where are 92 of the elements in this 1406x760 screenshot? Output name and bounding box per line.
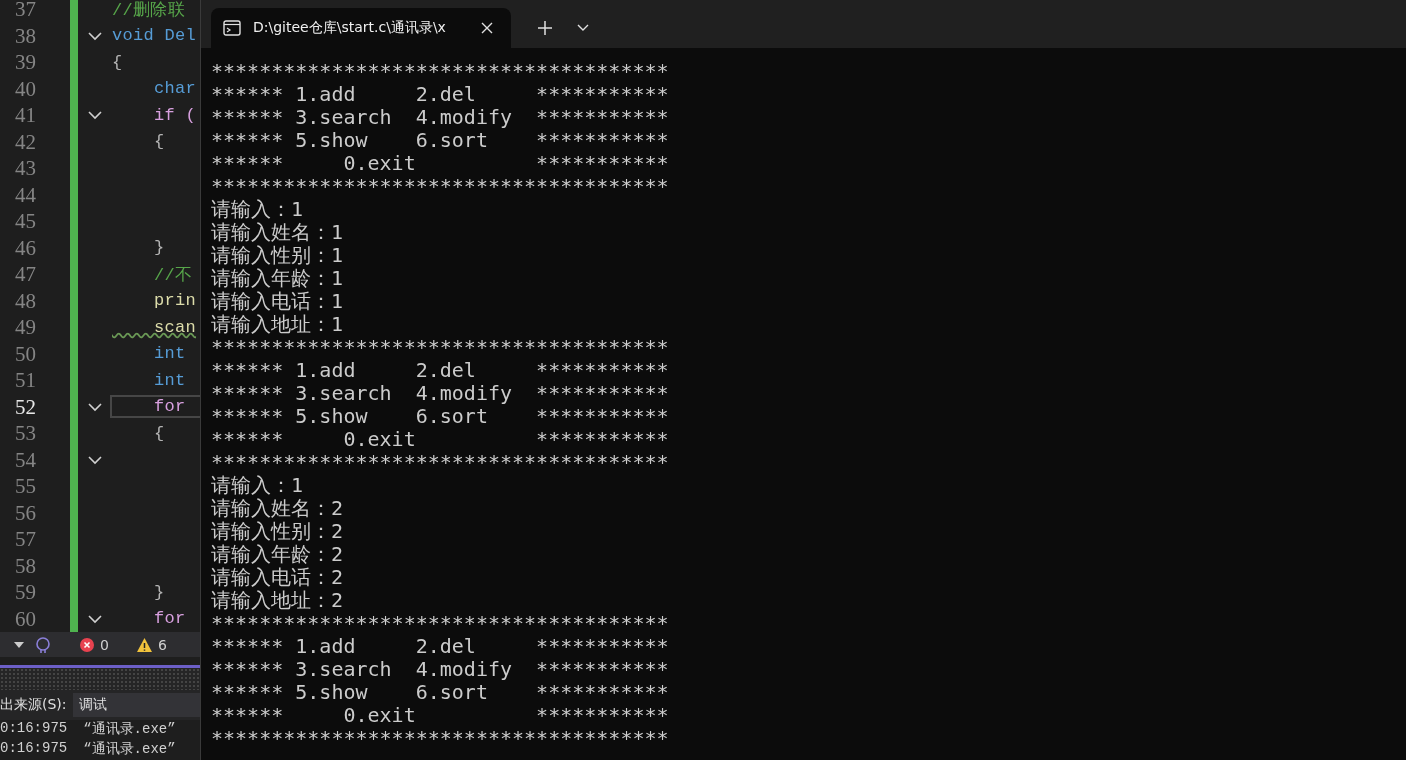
console-line: **************************************: [211, 175, 670, 198]
plus-icon: [538, 21, 552, 35]
line-number: 39: [14, 49, 36, 76]
chevron-icon[interactable]: [87, 613, 103, 624]
error-count: 0: [100, 636, 109, 653]
tab-title: D:\gitee仓库\start.c\通讯录\x: [253, 19, 447, 37]
close-icon: [481, 22, 493, 34]
console-line: 请输入姓名：2: [211, 497, 345, 520]
console-line: 请输入电话：1: [211, 290, 345, 313]
line-number: 51: [14, 367, 36, 394]
caret-icon[interactable]: [14, 641, 24, 648]
line-number: 46: [14, 234, 36, 261]
console-line: ****** 0.exit ***********: [211, 152, 670, 175]
line-number: 57: [14, 526, 36, 553]
code-text: prin: [153, 291, 196, 311]
line-number: 47: [14, 261, 36, 288]
code-text: for: [112, 397, 200, 417]
line-number: 45: [14, 208, 36, 235]
line-number: 41: [14, 102, 36, 129]
code-text: //删除联: [112, 0, 185, 21]
console-line: ****** 3.search 4.modify ***********: [211, 382, 670, 405]
source-label: 出来源(S):: [0, 696, 67, 714]
code-text: }: [153, 238, 165, 258]
line-number: 42: [14, 128, 36, 155]
error-icon: [80, 637, 94, 652]
line-number: 43: [14, 155, 36, 182]
log-message: “通讯录.exe”: [83, 740, 176, 759]
line-number: 37: [14, 0, 36, 23]
code-text: {: [153, 423, 165, 443]
code-text: {: [153, 132, 165, 152]
code-text: int: [153, 370, 186, 390]
line-number: 52: [14, 393, 36, 420]
console-line: ****** 0.exit ***********: [211, 428, 670, 451]
warning-count: 6: [157, 636, 167, 653]
code-text: if (: [153, 105, 196, 125]
console-line: ****** 5.show 6.sort ***********: [211, 681, 670, 704]
line-number: 56: [14, 499, 36, 526]
log-time: 0:16:975: [0, 720, 68, 738]
console-line: 请输入电话：2: [211, 566, 345, 589]
console-line: 请输入姓名：1: [211, 221, 345, 244]
console-line: **************************************: [211, 60, 670, 83]
console-line: ****** 5.show 6.sort ***********: [211, 405, 670, 428]
console-line: ****** 1.add 2.del ***********: [211, 83, 670, 106]
line-number: 49: [14, 314, 36, 341]
terminal-icon: [223, 20, 241, 36]
console-line: 请输入地址：2: [211, 589, 345, 612]
warning-icon: [136, 637, 152, 652]
line-number: 59: [14, 579, 36, 606]
console-line: ****** 1.add 2.del ***********: [211, 359, 670, 382]
code-text: int: [153, 344, 186, 364]
source-dropdown[interactable]: 调试: [72, 693, 200, 717]
console-line: ****** 3.search 4.modify ***********: [211, 658, 670, 681]
code-text: for: [153, 609, 186, 629]
console-line: 请输入：1: [211, 198, 305, 221]
code-text: scan: [153, 317, 196, 337]
terminal-tab[interactable]: D:\gitee仓库\start.c\通讯录\x: [211, 8, 511, 48]
code-text: {: [112, 52, 123, 72]
console-line: **************************************: [211, 727, 670, 750]
chevron-icon[interactable]: [87, 454, 103, 465]
line-number: 54: [14, 446, 36, 473]
console-line: 请输入：1: [211, 474, 305, 497]
code-text: }: [153, 582, 165, 602]
console-line: **************************************: [211, 451, 670, 474]
code-text: char: [153, 79, 196, 99]
line-number: 50: [14, 340, 36, 367]
console-line: ****** 3.search 4.modify ***********: [211, 106, 670, 129]
log-message: “通讯录.exe”: [83, 720, 176, 739]
line-number: 55: [14, 473, 36, 500]
line-number: 53: [14, 420, 36, 447]
chevron-icon[interactable]: [87, 110, 103, 121]
line-number: 48: [14, 287, 36, 314]
console-line: **************************************: [211, 336, 670, 359]
chevron-icon: [577, 24, 589, 32]
console-line: 请输入性别：1: [211, 244, 345, 267]
console-line: ****** 1.add 2.del ***********: [211, 635, 670, 658]
code-text: //不: [153, 264, 193, 286]
console-line: 请输入年龄：2: [211, 543, 345, 566]
console-line: **************************************: [211, 612, 670, 635]
console-line: ****** 5.show 6.sort ***********: [211, 129, 670, 152]
line-number: 38: [14, 22, 36, 49]
line-number: 44: [14, 181, 36, 208]
line-number: 40: [14, 75, 36, 102]
console-line: 请输入年龄：1: [211, 267, 345, 290]
line-number: 60: [14, 605, 36, 632]
line-number: 58: [14, 552, 36, 579]
console-line: 请输入地址：1: [211, 313, 345, 336]
console-line: 请输入性别：2: [211, 520, 345, 543]
chevron-icon[interactable]: [87, 401, 103, 412]
code-text: void Del: [112, 26, 196, 46]
chevron-icon[interactable]: [87, 30, 103, 41]
console-line: ****** 0.exit ***********: [211, 704, 670, 727]
log-time: 0:16:975: [0, 740, 68, 758]
